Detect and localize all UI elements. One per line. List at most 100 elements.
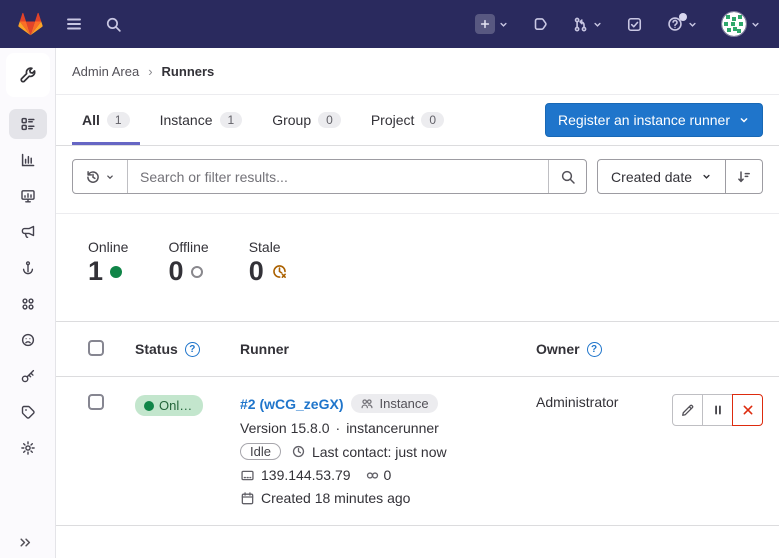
issues-button[interactable] — [530, 14, 551, 35]
breadcrumb: Admin Area › Runners — [56, 48, 779, 95]
delete-runner-button[interactable] — [732, 394, 763, 426]
new-menu-button[interactable] — [473, 12, 511, 36]
search-history-button[interactable] — [73, 160, 128, 193]
wrench-icon — [19, 66, 37, 84]
tab-all[interactable]: All 1 — [72, 95, 140, 145]
sidebar-item-labels[interactable] — [9, 397, 47, 427]
tab-group-label: Group — [272, 112, 311, 128]
sort-controls: Created date — [597, 159, 763, 194]
hamburger-menu-button[interactable] — [63, 14, 85, 34]
runner-stats: Online 1 Offline 0 Stale 0 — [56, 214, 779, 295]
key-icon — [20, 368, 36, 384]
gitlab-tanuki-icon — [18, 12, 43, 36]
merge-request-icon — [572, 16, 589, 33]
row-actions — [671, 394, 763, 426]
runner-summary: #2 (wCG_zeGX) Instance Version 15.8.0 · … — [240, 394, 536, 506]
sidebar-item-messages[interactable] — [9, 217, 47, 247]
owner-link[interactable]: Administrator — [536, 394, 618, 410]
notification-dot — [679, 13, 687, 21]
last-contact-text: Last contact: just now — [312, 444, 447, 460]
label-tag-icon — [20, 404, 36, 420]
tab-all-count: 1 — [107, 112, 130, 128]
sidebar-item-applications[interactable] — [9, 289, 47, 319]
runner-created-line: Created 18 minutes ago — [240, 490, 536, 506]
tab-instance-count: 1 — [220, 112, 243, 128]
runner-version-line: Version 15.8.0 · instancerunner — [240, 420, 536, 436]
filtered-search-box — [72, 159, 587, 194]
sidebar-item-overview[interactable] — [9, 109, 47, 139]
owner-help-icon[interactable]: ? — [587, 342, 602, 357]
issues-icon — [532, 16, 549, 33]
sidebar-item-monitoring[interactable] — [9, 181, 47, 211]
search-icon — [560, 169, 576, 185]
stale-clock-icon — [271, 263, 288, 280]
tab-group[interactable]: Group 0 — [262, 95, 351, 145]
history-icon — [85, 169, 101, 185]
sort-direction-button[interactable] — [726, 159, 763, 194]
stat-offline-label: Offline — [168, 239, 208, 255]
select-all-checkbox[interactable] — [88, 340, 104, 356]
server-icon — [240, 468, 255, 483]
stat-stale-label: Stale — [249, 239, 288, 255]
runner-link[interactable]: #2 (wCG_zeGX) — [240, 396, 343, 412]
clock-icon — [291, 444, 306, 459]
runner-column-header: Runner — [240, 341, 536, 357]
sidebar-collapse-toggle[interactable] — [18, 535, 33, 550]
sidebar-item-deploy-keys[interactable] — [9, 361, 47, 391]
register-instance-runner-button[interactable]: Register an instance runner — [545, 103, 763, 137]
search-icon — [105, 16, 122, 33]
search-submit-button[interactable] — [548, 160, 586, 193]
runner-ip-line: 139.144.53.79 0 — [240, 467, 536, 483]
chevron-down-icon — [738, 114, 750, 126]
sidebar-item-settings[interactable] — [9, 433, 47, 463]
chevron-double-right-icon — [18, 535, 33, 550]
sort-by-label: Created date — [611, 169, 692, 185]
tab-instance[interactable]: Instance 1 — [150, 95, 253, 145]
sidebar-item-system-hooks[interactable] — [9, 253, 47, 283]
jobs-count-link[interactable]: 0 — [365, 467, 392, 483]
stat-online-value: 1 — [88, 258, 103, 285]
search-input[interactable] — [128, 160, 548, 193]
help-menu-button[interactable] — [664, 13, 700, 35]
runner-description: instancerunner — [346, 420, 439, 436]
tab-project-count: 0 — [421, 112, 444, 128]
search-button[interactable] — [103, 14, 124, 35]
jobs-count: 0 — [384, 467, 392, 483]
stat-stale: Stale 0 — [249, 239, 288, 285]
sidebar-item-admin-overview[interactable] — [6, 53, 50, 97]
chevron-down-icon — [701, 171, 712, 182]
breadcrumb-separator: › — [148, 64, 152, 79]
sort-by-dropdown[interactable]: Created date — [597, 159, 726, 194]
pencil-icon — [680, 403, 695, 418]
gear-icon — [20, 440, 36, 456]
row-checkbox[interactable] — [88, 394, 104, 410]
hamburger-icon — [65, 16, 83, 32]
dot-separator: · — [336, 420, 341, 436]
stat-online-label: Online — [88, 239, 128, 255]
gitlab-logo[interactable] — [16, 10, 45, 38]
runner-type-badge: Instance — [351, 394, 437, 413]
runner-version: Version 15.8.0 — [240, 420, 330, 436]
stat-online: Online 1 — [88, 239, 128, 285]
table-row: Online #2 (wCG_zeGX) Instance Version 15… — [56, 377, 779, 526]
chevron-down-icon — [592, 19, 603, 30]
overview-icon — [20, 116, 36, 132]
sidebar-item-analytics[interactable] — [9, 145, 47, 175]
pause-runner-button[interactable] — [702, 394, 733, 426]
sort-descending-icon — [736, 169, 752, 185]
applications-grid-icon — [20, 296, 36, 312]
offline-ring-icon — [191, 266, 203, 278]
breadcrumb-admin-area[interactable]: Admin Area — [72, 64, 139, 79]
job-status-badge: Idle — [240, 443, 281, 460]
todos-button[interactable] — [624, 14, 645, 35]
merge-requests-button[interactable] — [570, 14, 605, 35]
breadcrumb-runners: Runners — [162, 64, 215, 79]
pause-icon — [711, 403, 725, 417]
admin-sidebar — [0, 48, 56, 558]
edit-runner-button[interactable] — [672, 394, 703, 426]
sidebar-item-abuse-reports[interactable] — [9, 325, 47, 355]
status-help-icon[interactable]: ? — [185, 342, 200, 357]
tab-project[interactable]: Project 0 — [361, 95, 454, 145]
register-button-label: Register an instance runner — [558, 112, 730, 128]
user-menu-button[interactable] — [719, 9, 763, 39]
